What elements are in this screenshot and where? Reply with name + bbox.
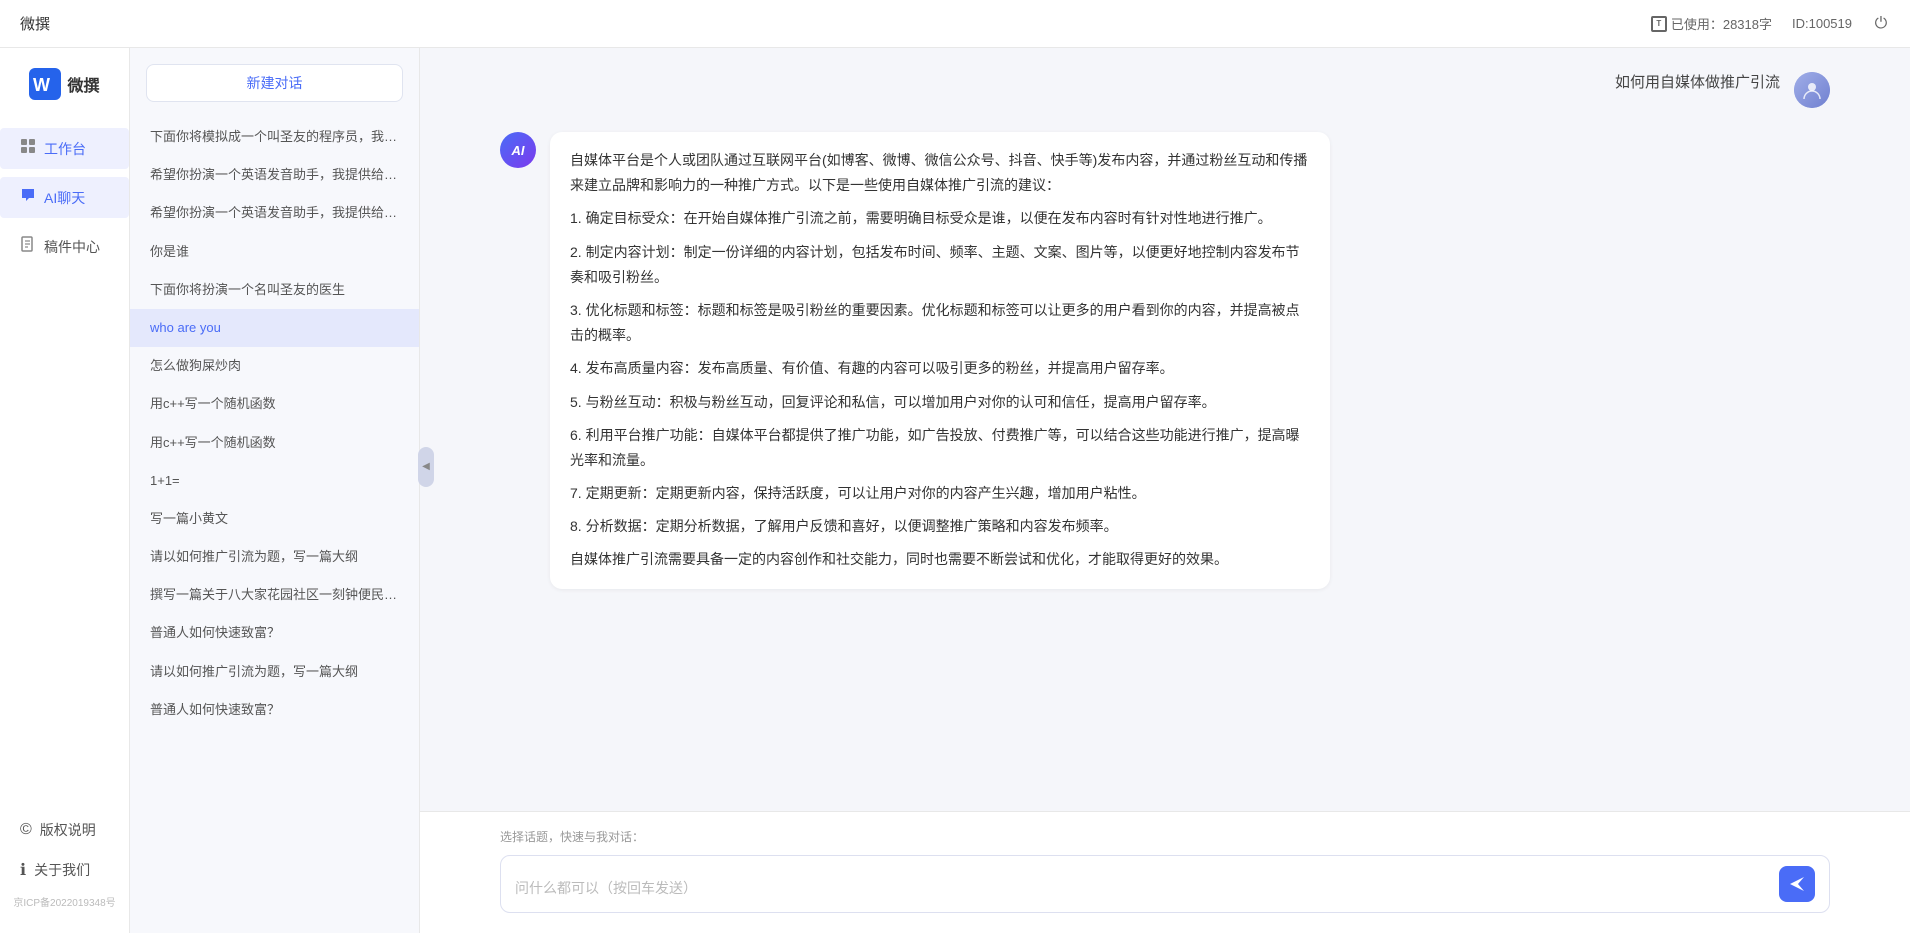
topbar-right: T 已使用：28318字 ID:100519 ⏻ [1651, 14, 1890, 33]
chat-messages: 如何用自媒体做推广引流 AI 自媒体平台是个人或团队通过互联网平台(如博客、微博、微… [420, 48, 1910, 811]
message-paragraph: 1. 确定目标受众：在开始自媒体推广引流之前，需要明确目标受众是谁，以便在发布内… [570, 206, 1310, 231]
usage-indicator: T 已使用：28318字 [1651, 14, 1772, 33]
nav-item-about[interactable]: ℹ 关于我们 [0, 850, 129, 890]
message-bubble-ai: 自媒体平台是个人或团队通过互联网平台(如博客、微博、微信公众号、抖音、快手等)发… [550, 132, 1330, 589]
history-item[interactable]: 希望你扮演一个英语发音助手，我提供给你... [130, 194, 419, 232]
input-row [500, 855, 1830, 913]
history-item[interactable]: 请以如何推广引流为题，写一篇大纲 [130, 653, 419, 691]
message-paragraph: 3. 优化标题和标签：标题和标签是吸引粉丝的重要因素。优化标题和标签可以让更多的… [570, 298, 1310, 348]
svg-text:W: W [33, 75, 50, 95]
user-avatar-inner [1794, 72, 1830, 108]
history-sidebar: 新建对话 下面你将模拟成一个叫圣友的程序员，我说...希望你扮演一个英语发音助手… [130, 48, 420, 933]
history-list: 下面你将模拟成一个叫圣友的程序员，我说...希望你扮演一个英语发音助手，我提供给… [130, 118, 419, 729]
usage-icon: T [1651, 16, 1667, 32]
drafts-icon [20, 236, 36, 257]
history-item[interactable]: 普通人如何快速致富？ [130, 614, 419, 652]
quick-topics-label: 选择话题，快速与我对话： [500, 828, 1830, 845]
history-item[interactable]: 怎么做狗屎炒肉 [130, 347, 419, 385]
collapse-sidebar-button[interactable]: ◀ [418, 447, 434, 487]
nav-item-drafts[interactable]: 稿件中心 [0, 226, 129, 267]
usage-text: 已使用：28318字 [1671, 14, 1772, 33]
topbar-title: 微撰 [20, 13, 50, 34]
left-sidebar: W 微撰 工作台 AI聊天 稿件中心 © 版权说明 [0, 48, 130, 933]
logo-area: W 微撰 [29, 68, 99, 100]
copyright-icon: © [20, 821, 32, 839]
history-item[interactable]: 普通人如何快速致富？ [130, 691, 419, 729]
chat-bottom: 选择话题，快速与我对话： [420, 811, 1910, 933]
ai-chat-icon [20, 187, 36, 208]
history-item[interactable]: 撰写一篇关于八大家花园社区一刻钟便民生... [130, 576, 419, 614]
history-item[interactable]: 请以如何推广引流为题，写一篇大纲 [130, 538, 419, 576]
icp-text: 京ICP备2022019348号 [0, 890, 129, 913]
nav-bottom: © 版权说明 ℹ 关于我们 京ICP备2022019348号 [0, 810, 129, 913]
history-item[interactable]: 写一篇小黄文 [130, 500, 419, 538]
history-item[interactable]: who are you [130, 309, 419, 347]
message-row-user: 如何用自媒体做推广引流 [500, 72, 1830, 108]
info-icon: ℹ [20, 860, 26, 880]
workspace-icon [20, 138, 36, 159]
send-icon [1788, 875, 1806, 893]
chat-area: 如何用自媒体做推广引流 AI 自媒体平台是个人或团队通过互联网平台(如博客、微博、微… [420, 48, 1910, 933]
history-item[interactable]: 用c++写一个随机函数 [130, 385, 419, 423]
topbar: 微撰 T 已使用：28318字 ID:100519 ⏻ [0, 0, 1910, 48]
nav-item-ai-chat[interactable]: AI聊天 [0, 177, 129, 218]
nav-label-workspace: 工作台 [44, 139, 86, 159]
avatar-user [1794, 72, 1830, 108]
user-id: ID:100519 [1792, 16, 1852, 31]
message-paragraph: 7. 定期更新：定期更新内容，保持活跃度，可以让用户对你的内容产生兴趣，增加用户… [570, 481, 1310, 506]
message-paragraph: 2. 制定内容计划：制定一份详细的内容计划，包括发布时间、频率、主题、文案、图片… [570, 240, 1310, 290]
message-bubble-user: 如何用自媒体做推广引流 [1615, 72, 1780, 95]
nav-label-copyright: 版权说明 [40, 820, 96, 840]
nav-label-drafts: 稿件中心 [44, 237, 100, 257]
logo-icon: W [29, 68, 61, 100]
avatar-ai: AI [500, 132, 536, 168]
message-paragraph: 4. 发布高质量内容：发布高质量、有价值、有趣的内容可以吸引更多的粉丝，并提高用… [570, 356, 1310, 381]
message-paragraph: 自媒体平台是个人或团队通过互联网平台(如博客、微博、微信公众号、抖音、快手等)发… [570, 148, 1310, 198]
history-item[interactable]: 下面你将模拟成一个叫圣友的程序员，我说... [130, 118, 419, 156]
new-chat-button[interactable]: 新建对话 [146, 64, 403, 102]
history-item[interactable]: 下面你将扮演一个名叫圣友的医生 [130, 271, 419, 309]
send-button[interactable] [1779, 866, 1815, 902]
nav-item-copyright[interactable]: © 版权说明 [0, 810, 129, 850]
message-row-ai: AI 自媒体平台是个人或团队通过互联网平台(如博客、微博、微信公众号、抖音、快手等… [500, 132, 1830, 589]
history-item[interactable]: 你是谁 [130, 233, 419, 271]
logout-button[interactable]: ⏻ [1872, 15, 1890, 33]
history-item[interactable]: 1+1= [130, 462, 419, 500]
nav-label-ai-chat: AI聊天 [44, 188, 85, 208]
history-item[interactable]: 用c++写一个随机函数 [130, 424, 419, 462]
message-paragraph: 6. 利用平台推广功能：自媒体平台都提供了推广功能，如广告投放、付费推广等，可以… [570, 423, 1310, 473]
message-paragraph: 自媒体推广引流需要具备一定的内容创作和社交能力，同时也需要不断尝试和优化，才能取… [570, 547, 1310, 572]
ai-message-content: 自媒体平台是个人或团队通过互联网平台(如博客、微博、微信公众号、抖音、快手等)发… [570, 148, 1310, 573]
chat-input[interactable] [515, 878, 1769, 902]
logo-text: 微撰 [67, 72, 99, 96]
message-paragraph: 8. 分析数据：定期分析数据，了解用户反馈和喜好，以便调整推广策略和内容发布频率… [570, 514, 1310, 539]
nav-item-workspace[interactable]: 工作台 [0, 128, 129, 169]
nav-label-about: 关于我们 [34, 860, 90, 880]
history-item[interactable]: 希望你扮演一个英语发音助手，我提供给你... [130, 156, 419, 194]
main-layout: W 微撰 工作台 AI聊天 稿件中心 © 版权说明 [0, 48, 1910, 933]
message-paragraph: 5. 与粉丝互动：积极与粉丝互动，回复评论和私信，可以增加用户对你的认可和信任，… [570, 390, 1310, 415]
